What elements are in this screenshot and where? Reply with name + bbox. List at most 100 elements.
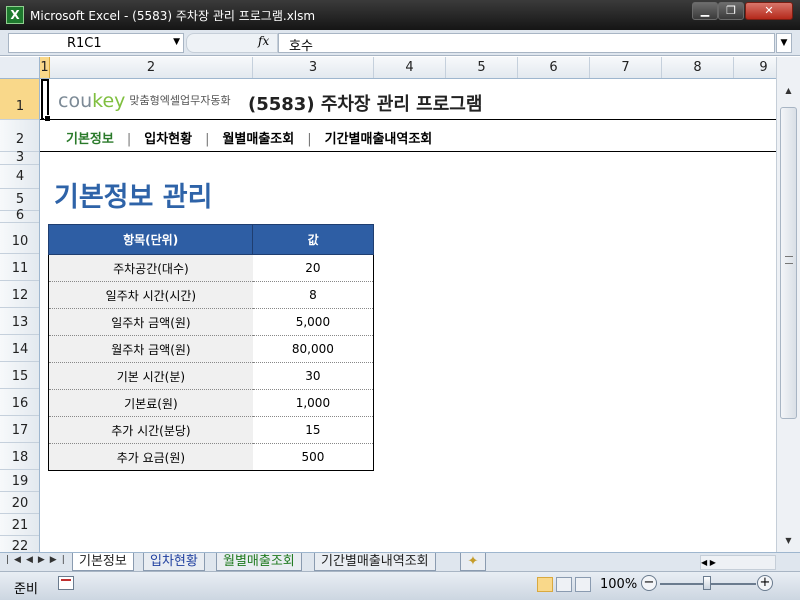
column-header[interactable]: 5 bbox=[446, 57, 518, 78]
formula-value: 호수 bbox=[289, 39, 313, 54]
row-header[interactable]: 2 bbox=[0, 120, 39, 152]
param-value[interactable]: 15 bbox=[252, 416, 374, 444]
formula-input[interactable]: 호수 bbox=[278, 33, 775, 54]
sheet-tab-monthly-sales[interactable]: 월별매출조회 bbox=[216, 553, 302, 571]
column-header[interactable]: 6 bbox=[518, 57, 590, 78]
column-header[interactable]: 8 bbox=[662, 57, 734, 78]
name-box-value: R1C1 bbox=[67, 36, 102, 51]
nav-item-period-sales[interactable]: 기간별매출내역조회 bbox=[325, 128, 433, 147]
param-label[interactable]: 주차공간(대수) bbox=[47, 254, 253, 282]
vertical-scrollbar[interactable]: ▲ ▼ bbox=[776, 57, 800, 552]
param-value[interactable]: 8 bbox=[252, 281, 374, 309]
row-header[interactable]: 6 bbox=[0, 209, 39, 223]
horizontal-scrollbar[interactable]: ◀ ▶ bbox=[700, 555, 776, 570]
coukey-logo: coukey 맞춤형엑셀업무자동화 bbox=[58, 90, 231, 112]
table-row: 기본료(원) 1,000 bbox=[47, 389, 374, 417]
sheet-nav-arrows[interactable]: |◀◀▶▶| bbox=[6, 555, 70, 565]
table-row: 추가 요금(원) 500 bbox=[47, 443, 374, 471]
column-header[interactable]: 2 bbox=[50, 57, 253, 78]
row-header[interactable]: 14 bbox=[0, 335, 39, 362]
row-header[interactable]: 4 bbox=[0, 165, 39, 189]
scroll-up-icon[interactable]: ▲ bbox=[781, 83, 796, 98]
row-header[interactable]: 17 bbox=[0, 416, 39, 443]
row-header[interactable]: 13 bbox=[0, 308, 39, 335]
nav-item-monthly-sales[interactable]: 월별매출조회 bbox=[222, 128, 294, 147]
status-bar: 준비 100% − + bbox=[0, 571, 800, 600]
row-header[interactable]: 12 bbox=[0, 281, 39, 308]
param-label[interactable]: 추가 시간(분당) bbox=[47, 416, 253, 444]
row-header[interactable]: 16 bbox=[0, 389, 39, 416]
param-value[interactable]: 30 bbox=[252, 362, 374, 390]
excel-app-icon[interactable]: X bbox=[6, 6, 24, 24]
page-break-view-icon[interactable] bbox=[575, 577, 591, 592]
table-row: 월주차 금액(원) 80,000 bbox=[47, 335, 374, 363]
macro-record-icon[interactable] bbox=[58, 576, 74, 590]
column-header-item[interactable]: 항목(단위) bbox=[47, 224, 254, 255]
row-header[interactable]: 18 bbox=[0, 443, 39, 470]
row-header[interactable]: 21 bbox=[0, 514, 39, 536]
section-title: 기본정보 관리 bbox=[54, 182, 213, 213]
parameters-table: 항목(단위) 값 주차공간(대수) 20 일주차 시간(시간) 8 일주차 금액… bbox=[47, 224, 374, 471]
column-header-value[interactable]: 값 bbox=[252, 224, 374, 255]
normal-view-icon[interactable] bbox=[537, 577, 553, 592]
active-cell-cursor[interactable] bbox=[41, 79, 51, 122]
table-row: 일주차 금액(원) 5,000 bbox=[47, 308, 374, 336]
row-header[interactable]: 10 bbox=[0, 223, 39, 254]
name-box[interactable]: R1C1 ▼ bbox=[8, 33, 184, 53]
zoom-in-icon[interactable]: + bbox=[757, 575, 773, 591]
row-header[interactable]: 19 bbox=[0, 470, 39, 492]
sheet-tab-period-sales[interactable]: 기간별매출내역조회 bbox=[314, 553, 436, 571]
zoom-slider-thumb[interactable] bbox=[703, 576, 711, 590]
param-value[interactable]: 500 bbox=[252, 443, 374, 471]
insert-function-icon[interactable]: fx bbox=[258, 34, 269, 48]
close-button[interactable]: ✕ bbox=[745, 2, 793, 20]
logo-text-cou: cou bbox=[58, 90, 93, 112]
zoom-level[interactable]: 100% bbox=[600, 577, 637, 592]
sheet-tab-basic-info[interactable]: 기본정보 bbox=[72, 553, 134, 571]
zoom-out-icon[interactable]: − bbox=[641, 575, 657, 591]
column-header[interactable]: 1 bbox=[40, 57, 50, 78]
column-header[interactable]: 9 bbox=[734, 57, 776, 78]
param-label[interactable]: 일주차 금액(원) bbox=[47, 308, 253, 336]
table-row: 추가 시간(분당) 15 bbox=[47, 416, 374, 444]
row-header[interactable]: 15 bbox=[0, 362, 39, 389]
param-label[interactable]: 기본료(원) bbox=[47, 389, 253, 417]
nav-item-entry-status[interactable]: 입차현황 bbox=[144, 128, 192, 147]
param-value[interactable]: 20 bbox=[252, 254, 374, 282]
row-header[interactable]: 11 bbox=[0, 254, 39, 281]
param-label[interactable]: 일주차 시간(시간) bbox=[47, 281, 253, 309]
table-header-row: 항목(단위) 값 bbox=[47, 224, 374, 255]
scroll-down-icon[interactable]: ▼ bbox=[781, 533, 796, 548]
select-all-corner[interactable] bbox=[0, 57, 40, 79]
param-value[interactable]: 80,000 bbox=[252, 335, 374, 363]
maximize-button[interactable]: ❐ bbox=[718, 2, 744, 20]
row-header[interactable]: 22 bbox=[0, 536, 39, 552]
row-header[interactable]: 20 bbox=[0, 492, 39, 514]
expand-formula-bar-icon[interactable]: ▼ bbox=[776, 33, 792, 53]
column-header[interactable]: 7 bbox=[590, 57, 662, 78]
param-label[interactable]: 월주차 금액(원) bbox=[47, 335, 253, 363]
row-header[interactable]: 3 bbox=[0, 151, 39, 165]
vertical-scroll-thumb[interactable] bbox=[780, 107, 797, 419]
column-header[interactable]: 3 bbox=[253, 57, 374, 78]
param-value[interactable]: 1,000 bbox=[252, 389, 374, 417]
sheet-tab-entry-status[interactable]: 입차현황 bbox=[143, 553, 205, 571]
param-value[interactable]: 5,000 bbox=[252, 308, 374, 336]
insert-sheet-icon[interactable]: ✦ bbox=[460, 553, 486, 571]
nav-separator: | bbox=[307, 132, 312, 147]
header-divider bbox=[40, 119, 776, 120]
param-label[interactable]: 기본 시간(분) bbox=[47, 362, 253, 390]
table-row: 주차공간(대수) 20 bbox=[47, 254, 374, 282]
nav-separator: | bbox=[126, 132, 132, 147]
chevron-down-icon[interactable]: ▼ bbox=[173, 37, 180, 47]
nav-item-basic-info[interactable]: 기본정보 bbox=[66, 128, 114, 147]
column-header[interactable]: 4 bbox=[374, 57, 446, 78]
row-header[interactable]: 1 bbox=[0, 79, 39, 120]
page-layout-view-icon[interactable] bbox=[556, 577, 572, 592]
column-headers: 1 2 3 4 5 6 7 8 9 bbox=[40, 57, 776, 79]
param-label[interactable]: 추가 요금(원) bbox=[47, 443, 253, 471]
worksheet[interactable]: coukey 맞춤형엑셀업무자동화 (5583) 주차장 관리 프로그램 기본정보… bbox=[40, 79, 776, 552]
minimize-button[interactable]: ▁ bbox=[692, 2, 718, 20]
title-bar: X Microsoft Excel - (5583) 주차장 관리 프로그램.x… bbox=[0, 0, 800, 30]
table-row: 일주차 시간(시간) 8 bbox=[47, 281, 374, 309]
